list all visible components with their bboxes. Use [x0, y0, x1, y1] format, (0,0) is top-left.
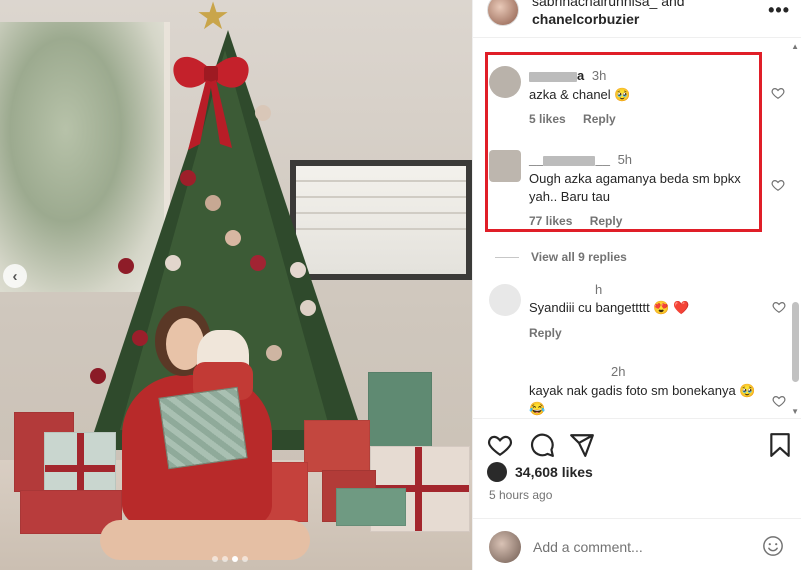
gift-box — [304, 420, 370, 472]
carousel-prev-button[interactable]: ‹ — [3, 264, 27, 288]
comment-heart-icon[interactable] — [772, 300, 786, 314]
comments-scrollbar[interactable]: ▲ ▼ — [789, 42, 801, 416]
scroll-thumb[interactable] — [792, 302, 799, 382]
held-gift — [158, 386, 248, 470]
commenter-avatar[interactable] — [489, 150, 521, 182]
comment-heart-icon[interactable] — [771, 86, 785, 100]
comment-icon[interactable] — [529, 432, 555, 458]
liker-avatar[interactable] — [487, 462, 507, 482]
comment-likes[interactable]: 5 likes — [529, 112, 566, 126]
author-username[interactable]: sabrinachairunnisa_ and — [532, 0, 685, 9]
comment-meta: Reply — [529, 326, 576, 340]
scroll-up-icon[interactable]: ▲ — [791, 42, 799, 51]
chevron-left-icon: ‹ — [12, 267, 18, 285]
add-comment-bar — [473, 518, 801, 570]
red-bow — [173, 56, 249, 150]
share-icon[interactable] — [569, 432, 595, 458]
scroll-down-icon[interactable]: ▼ — [791, 407, 799, 416]
comment-text: Syandiii cu bangettttt 😍 ❤️ — [529, 300, 690, 315]
author-avatar[interactable] — [487, 0, 519, 26]
tree-star-icon: ★ — [196, 0, 231, 38]
carousel-dot — [222, 556, 228, 562]
emoji-icon[interactable] — [762, 535, 784, 557]
reply-button[interactable]: Reply — [529, 326, 562, 340]
view-replies-button[interactable]: View all 9 replies — [529, 250, 627, 264]
post-sidebar: sabrinachairunnisa_ and chanelcorbuzier … — [472, 0, 801, 570]
comment-username[interactable]: __ __ 5h — [529, 152, 632, 167]
collab-username[interactable]: chanelcorbuzier — [532, 11, 639, 27]
comment-heart-icon[interactable] — [772, 394, 786, 408]
reply-button[interactable]: Reply — [583, 112, 616, 126]
carousel-dot — [242, 556, 248, 562]
current-user-avatar — [489, 531, 521, 563]
comment-heart-icon[interactable] — [771, 178, 785, 192]
carousel-dots — [212, 556, 248, 562]
commenter-avatar[interactable] — [489, 66, 521, 98]
heart-icon[interactable] — [487, 432, 513, 458]
comment-text: azka & chanel 🥹 — [529, 87, 631, 102]
comment-time: h — [595, 282, 603, 297]
action-bar — [473, 418, 801, 468]
gift-box — [336, 488, 406, 526]
post-time[interactable]: 5 hours ago — [489, 488, 552, 502]
commenter-avatar[interactable] — [489, 284, 521, 316]
likes-count[interactable]: 34,608 likes — [515, 464, 593, 480]
post-photo[interactable]: ★ ‹ — [0, 0, 472, 570]
comment-username[interactable]: 2h — [607, 364, 625, 379]
comment-text: kayak nak gadis foto sm bonekanya 🥹 😂 — [529, 383, 756, 416]
comment-meta: 77 likes Reply — [529, 214, 636, 228]
comment-text: Ough azka agamanya beda sm bpkx yah.. Ba… — [529, 171, 741, 204]
post-header: sabrinachairunnisa_ and chanelcorbuzier … — [473, 0, 801, 38]
comment-username[interactable]: a 3h — [529, 68, 606, 83]
comment-input[interactable] — [533, 535, 753, 559]
bookmark-icon[interactable] — [767, 432, 793, 458]
more-options-icon[interactable]: ••• — [768, 0, 790, 21]
comment-time: 2h — [611, 364, 626, 379]
carousel-dot-active — [232, 556, 238, 562]
gift-box — [368, 372, 432, 450]
comment-meta: 5 likes Reply — [529, 112, 630, 126]
comments-list[interactable]: a 3h azka & chanel 🥹 5 likes Reply __ __ … — [473, 38, 801, 418]
comment-username[interactable]: h — [591, 282, 602, 297]
likes-row: 34,608 likes — [487, 462, 593, 482]
comment-likes[interactable]: 77 likes — [529, 214, 572, 228]
reply-button[interactable]: Reply — [590, 214, 623, 228]
carousel-dot — [212, 556, 218, 562]
comment-time: 5h — [617, 152, 633, 167]
comment-time: 3h — [591, 68, 607, 83]
